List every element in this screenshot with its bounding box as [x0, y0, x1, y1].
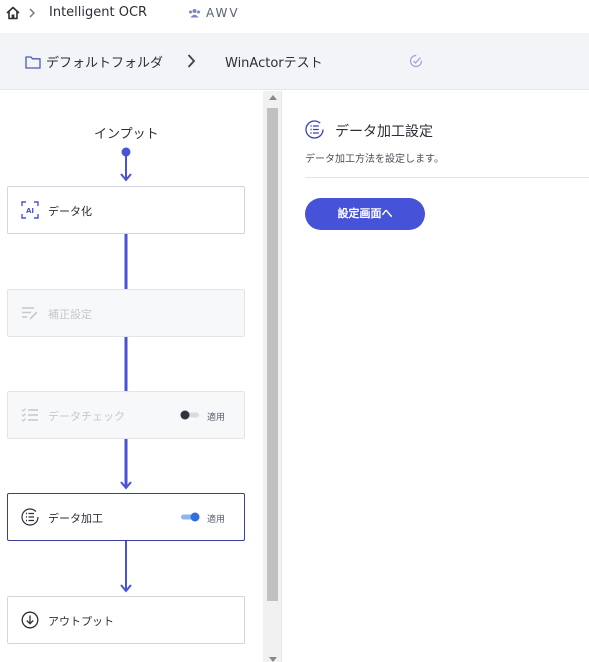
toggle-label: 適用: [207, 515, 226, 525]
svg-text:AI: AI: [26, 207, 34, 215]
list-circle-icon: [305, 120, 324, 139]
home-icon[interactable]: [5, 5, 21, 21]
detail-description: データ加工方法を設定します。: [305, 154, 444, 165]
edit-check-icon[interactable]: [409, 54, 423, 68]
scrollbar-thumb[interactable]: [267, 108, 278, 601]
chevron-right-icon: [187, 54, 196, 68]
breadcrumb-folder[interactable]: デフォルトフォルダ: [46, 52, 163, 71]
input-label: インプット: [94, 127, 159, 142]
organization-icon: [189, 9, 200, 18]
flow-node-data-conversion[interactable]: AI データ化: [7, 186, 245, 234]
download-circle-icon: [21, 611, 39, 629]
open-settings-button[interactable]: 設定画面へ: [305, 198, 425, 230]
divider: [305, 177, 589, 178]
flow-node-label: アウトプット: [48, 615, 114, 628]
toggle-label: 適用: [207, 413, 226, 423]
flow-node-label: データ加工: [48, 512, 103, 525]
flow-connectors: [120, 147, 132, 593]
scroll-down-arrow-icon[interactable]: [269, 657, 277, 662]
list-circle-icon: [21, 508, 39, 526]
flow-panel: インプット AI データ化 補正設定 データチェック 適用 データ加工 適用 ア…: [0, 91, 263, 662]
flow-node-label: 補正設定: [48, 308, 92, 321]
organization-name[interactable]: AWV: [206, 6, 240, 20]
flow-node-data-check[interactable]: データチェック 適用: [7, 391, 245, 439]
detail-panel: データ加工設定 データ加工方法を設定します。 設定画面へ: [283, 91, 589, 662]
scroll-up-arrow-icon[interactable]: [269, 95, 277, 100]
apply-toggle[interactable]: [180, 512, 200, 522]
app-name[interactable]: Intelligent OCR: [49, 5, 147, 20]
flow-scrollbar[interactable]: [263, 91, 282, 662]
flow-node-output[interactable]: アウトプット: [7, 596, 245, 644]
flow-node-data-processing[interactable]: データ加工 適用: [7, 493, 245, 541]
apply-toggle[interactable]: [180, 410, 200, 420]
flow-node-label: データチェック: [48, 410, 125, 423]
top-bar: Intelligent OCR AWV: [0, 0, 589, 28]
breadcrumb-project: WinActorテスト: [225, 56, 323, 71]
detail-title: データ加工設定: [335, 124, 433, 140]
checklist-icon: [21, 408, 38, 422]
edit-lines-icon: [22, 307, 38, 320]
chevron-right-icon: [29, 8, 35, 18]
ai-scan-icon: AI: [21, 201, 39, 219]
flow-node-correction[interactable]: 補正設定: [7, 289, 245, 337]
breadcrumb: デフォルトフォルダ WinActorテスト: [0, 33, 589, 90]
folder-icon: [25, 56, 41, 69]
flow-node-label: データ化: [48, 205, 92, 218]
